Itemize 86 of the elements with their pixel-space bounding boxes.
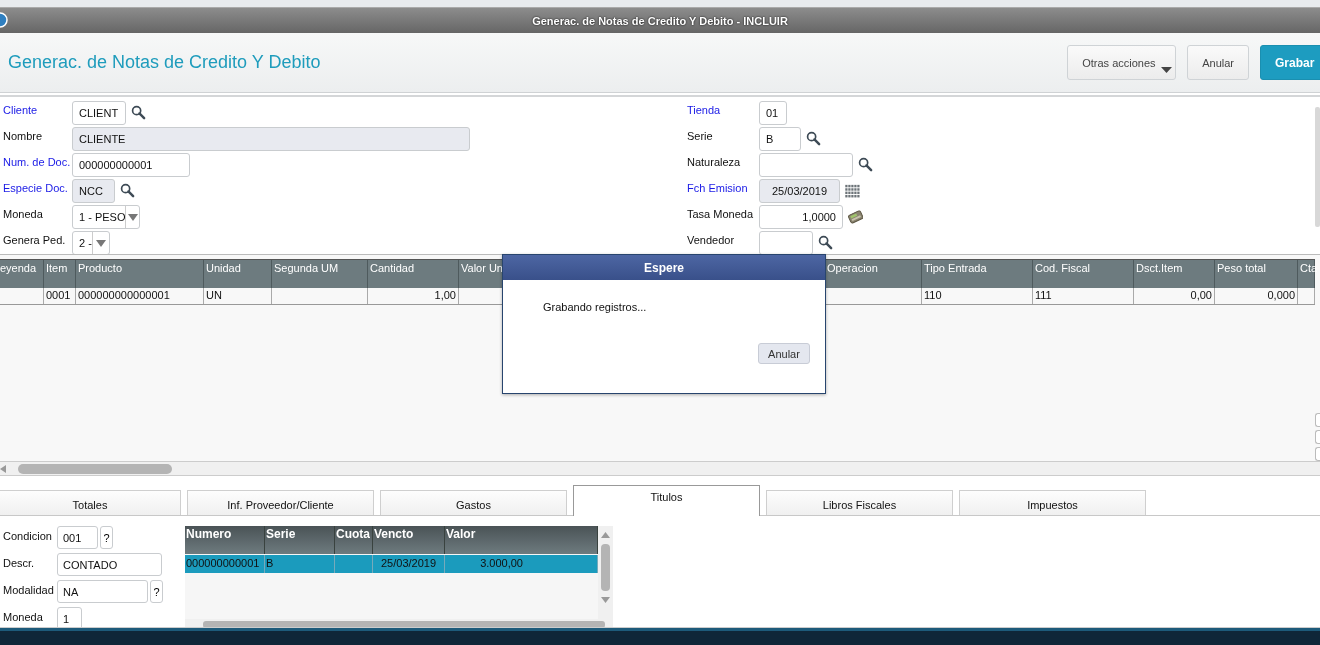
down-arrow-icon[interactable]: [601, 597, 610, 603]
field-label: Moneda: [2, 610, 44, 625]
cancel-button[interactable]: Anular: [758, 343, 810, 364]
scrollbar[interactable]: [0, 461, 1320, 476]
tab[interactable]: Titulos: [573, 485, 760, 516]
field-label: Moneda: [2, 207, 44, 220]
field-label: Serie: [687, 129, 714, 142]
table-cell: 1,00: [368, 288, 459, 304]
input-field[interactable]: [759, 153, 853, 177]
tab[interactable]: Gastos: [380, 490, 567, 515]
scrollbar-thumb[interactable]: [18, 463, 172, 474]
input-field[interactable]: 000000000001: [72, 153, 190, 177]
table-cell: 25/03/2019: [380, 557, 437, 569]
column-header[interactable]: Serie: [265, 526, 335, 554]
scrollbar-thumb[interactable]: [203, 620, 605, 627]
date-field[interactable]: 25/03/2019: [759, 179, 840, 203]
table-cell: 000000000001: [186, 557, 260, 569]
search-icon[interactable]: [806, 131, 821, 146]
table-cell: 0,00: [1134, 288, 1215, 304]
dropdown[interactable]: 1 - PESO: [72, 205, 140, 229]
table-cell: 000000000000001: [76, 288, 204, 304]
field-label: Tasa Moneda: [687, 207, 755, 220]
input-field[interactable]: 1,0000: [759, 205, 843, 229]
input-field[interactable]: NCC: [72, 179, 115, 203]
field-label: Nombre: [2, 129, 44, 142]
calculator-icon[interactable]: [848, 209, 863, 224]
side-button[interactable]: [1315, 413, 1320, 427]
table-cell: UN: [204, 288, 272, 304]
field-label: Condicion: [2, 529, 53, 544]
side-button[interactable]: [1315, 447, 1320, 461]
input-field[interactable]: B: [759, 127, 801, 151]
table-cell: 0,000: [1215, 288, 1298, 304]
table-cell: 111: [1033, 288, 1134, 304]
table-cell: 110: [922, 288, 1033, 304]
column-header[interactable]: Numero: [185, 526, 265, 554]
scrollbar[interactable]: [1315, 107, 1320, 227]
dialog-title: Espere: [503, 255, 825, 280]
table-cell: 3.000,00: [480, 557, 523, 569]
left-arrow-icon[interactable]: [0, 464, 6, 473]
tab[interactable]: Totales: [0, 490, 181, 515]
table-row[interactable]: 000000000001 B 25/03/2019 3.000,00: [185, 555, 598, 573]
field-label: Tienda: [687, 103, 722, 116]
input-field[interactable]: NA: [57, 580, 148, 603]
window-title: Generac. de Notas de Credito Y Debito - INCLUIR: [532, 14, 788, 27]
field-label: Naturaleza: [687, 155, 742, 168]
scrollbar-thumb[interactable]: [601, 544, 610, 591]
dialog-message: Grabando registros...: [543, 301, 648, 313]
input-field[interactable]: [759, 231, 813, 254]
caret-icon: [1161, 67, 1173, 73]
search-icon[interactable]: [120, 183, 135, 198]
search-icon[interactable]: [858, 157, 873, 172]
input-field[interactable]: 001: [57, 526, 98, 549]
more-actions-button[interactable]: Otras acciones: [1067, 45, 1177, 80]
search-icon[interactable]: [131, 105, 146, 120]
dropdown[interactable]: 2 -: [72, 231, 110, 254]
column-header[interactable]: Cuota: [335, 526, 373, 554]
tab[interactable]: Libros Fiscales: [766, 490, 953, 515]
tab[interactable]: Inf. Proveedor/Cliente: [187, 490, 374, 515]
column-header[interactable]: Vencto: [373, 526, 445, 554]
table-cell: B: [266, 557, 274, 569]
field-label: Fch Emision: [687, 181, 749, 194]
field-label: Genera Ped.: [2, 233, 67, 246]
input-field[interactable]: CLIENT: [72, 101, 126, 125]
tab[interactable]: Impuestos: [959, 490, 1146, 515]
input-field[interactable]: 01: [759, 101, 787, 125]
search-icon[interactable]: [818, 235, 833, 250]
field-label: Cliente: [2, 103, 39, 116]
help-button[interactable]: ?: [150, 580, 163, 603]
caret-icon[interactable]: [127, 213, 138, 221]
side-button[interactable]: [1315, 430, 1320, 444]
up-arrow-icon[interactable]: [601, 532, 610, 538]
field-label: Vendedor: [687, 233, 736, 246]
calendar-icon[interactable]: [845, 183, 860, 198]
field-label: Num. de Doc.: [2, 155, 72, 168]
caret-icon[interactable]: [95, 239, 106, 247]
table-cell: 0001: [44, 288, 76, 304]
page-title: Generac. de Notas de Credito Y Debito: [8, 52, 322, 73]
help-button[interactable]: ?: [100, 526, 113, 549]
field-label: Descr.: [2, 556, 36, 571]
input-field[interactable]: 1: [57, 607, 82, 627]
input-field[interactable]: CLIENTE: [72, 127, 470, 151]
field-label: Modalidad: [2, 583, 55, 598]
field-label: Especie Doc.: [2, 181, 69, 194]
scrollbar[interactable]: [598, 526, 613, 619]
cancel-button[interactable]: Anular: [1187, 45, 1249, 80]
input-field[interactable]: CONTADO: [57, 553, 162, 576]
